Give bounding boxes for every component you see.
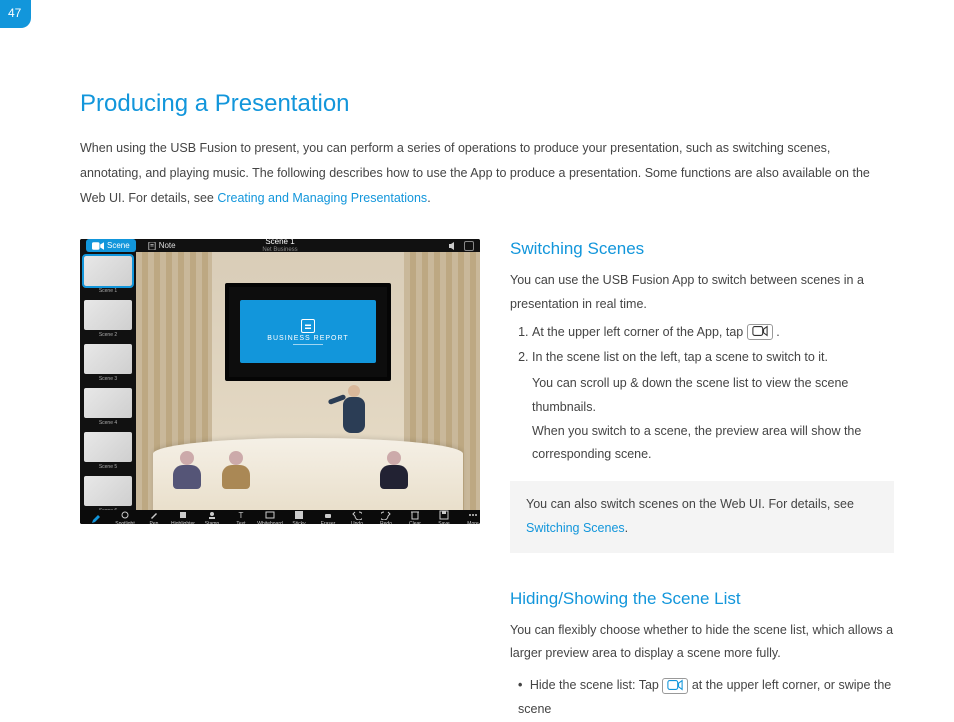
scene-thumb: Scene 5: [84, 432, 132, 462]
step-2: In the scene list on the left, tap a sce…: [532, 346, 894, 370]
app-scene-title: Scene 1: [80, 239, 480, 247]
toolbar-item: Pen: [144, 510, 164, 524]
scene-thumb: Scene 1: [84, 256, 132, 286]
slide-icon: [301, 319, 315, 333]
spotlight-icon: [120, 510, 130, 520]
step-1-text-a: At the upper left corner of the App, tap: [532, 325, 747, 339]
note-text-b: .: [625, 521, 628, 535]
steps-list: At the upper left corner of the App, tap…: [510, 321, 894, 371]
note-box: You can also switch scenes on the Web UI…: [510, 481, 894, 553]
sticky-icon: [294, 510, 304, 520]
tv-slide-divider: [293, 344, 323, 345]
toolbar-item: TText: [231, 510, 251, 524]
section-hiding-showing: Hiding/Showing the Scene List You can fl…: [510, 589, 894, 722]
bullet-text-a: Hide the scene list: Tap: [530, 678, 662, 692]
attendee-figure: [377, 451, 411, 489]
page-title: Producing a Presentation: [80, 90, 894, 118]
section-hiding-title: Hiding/Showing the Scene List: [510, 589, 894, 609]
camera-button-icon: [747, 324, 773, 340]
toolbar-item: Whiteboard: [260, 510, 280, 524]
attendee-figure: [170, 451, 204, 489]
attendee-figure: [219, 451, 253, 489]
bullet-hide-scene-list: Hide the scene list: Tap at the upper le…: [510, 674, 894, 722]
scene-list: Scene 1 Scene 2 Scene 3 Scene 4 Scene 5 …: [80, 252, 136, 510]
tv-screen: BUSINESS REPORT: [225, 283, 390, 381]
intro-text: When using the USB Fusion to present, yo…: [80, 141, 870, 205]
toolbar-item: Undo: [347, 510, 367, 524]
presenter-figure: [336, 385, 372, 433]
scene-thumb: Scene 4: [84, 388, 132, 418]
toolbar-item: Redo: [376, 510, 396, 524]
intro-text-end: .: [427, 191, 430, 205]
tv-slide: BUSINESS REPORT: [240, 300, 375, 363]
figure-app-screenshot: Scene Note Scene 1 Net Business: [80, 239, 480, 722]
toolbar-item: Spotlight: [115, 510, 135, 524]
pen-icon: [149, 510, 159, 520]
more-icon: [468, 510, 478, 520]
toolbar-item: Highlighter: [173, 510, 193, 524]
toolbar-item: Stamp: [202, 510, 222, 524]
section-switching-scenes-lead: You can use the USB Fusion App to switch…: [510, 269, 894, 317]
undo-icon: [352, 510, 362, 520]
section-hiding-lead: You can flexibly choose whether to hide …: [510, 619, 894, 667]
stamp-icon: [207, 510, 217, 520]
clear-icon: [410, 510, 420, 520]
app-top-bar: Scene Note Scene 1 Net Business: [80, 239, 480, 252]
app-mock: Scene Note Scene 1 Net Business: [80, 239, 480, 524]
pencil-icon: [91, 514, 101, 524]
svg-text:T: T: [239, 511, 244, 520]
note-text-a: You can also switch scenes on the Web UI…: [526, 497, 854, 511]
tv-slide-title: BUSINESS REPORT: [267, 335, 348, 342]
toolbar-item: Eraser: [318, 510, 338, 524]
toolbar-item: Save: [434, 510, 454, 524]
scene-thumb: Scene 2: [84, 300, 132, 330]
toolbar-item: Sticky: [289, 510, 309, 524]
step-1-text-b: .: [776, 325, 779, 339]
link-creating-managing-presentations[interactable]: Creating and Managing Presentations: [217, 191, 427, 205]
scene-list-toggle-icon: [662, 678, 688, 694]
step-1: At the upper left corner of the App, tap…: [532, 321, 894, 345]
app-toolbar: Spotlight Pen Highlighter Stamp TText Wh…: [80, 510, 480, 524]
step-2-sub1: You can scroll up & down the scene list …: [510, 372, 894, 420]
page-content: Producing a Presentation When using the …: [0, 0, 954, 722]
eraser-icon: [323, 510, 333, 520]
section-switching-scenes-title: Switching Scenes: [510, 239, 894, 259]
highlighter-icon: [178, 510, 188, 520]
link-switching-scenes[interactable]: Switching Scenes: [526, 521, 625, 535]
redo-icon: [381, 510, 391, 520]
app-body: Scene 1 Scene 2 Scene 3 Scene 4 Scene 5 …: [80, 252, 480, 510]
intro-paragraph: When using the USB Fusion to present, yo…: [80, 136, 894, 211]
scene-thumb: Scene 3: [84, 344, 132, 374]
text-icon: T: [236, 510, 246, 520]
toolbar-item: More: [463, 510, 480, 524]
whiteboard-icon: [265, 510, 275, 520]
preview-area: BUSINESS REPORT: [136, 252, 480, 510]
right-column: Switching Scenes You can use the USB Fus…: [510, 239, 894, 722]
toolbar-item: Clear: [405, 510, 425, 524]
scene-thumb: Scene 6: [84, 476, 132, 506]
toolbar-annotate: [86, 514, 106, 524]
save-icon: [439, 510, 449, 520]
step-2-sub2: When you switch to a scene, the preview …: [510, 420, 894, 468]
page-number-tab: 47: [0, 0, 31, 28]
